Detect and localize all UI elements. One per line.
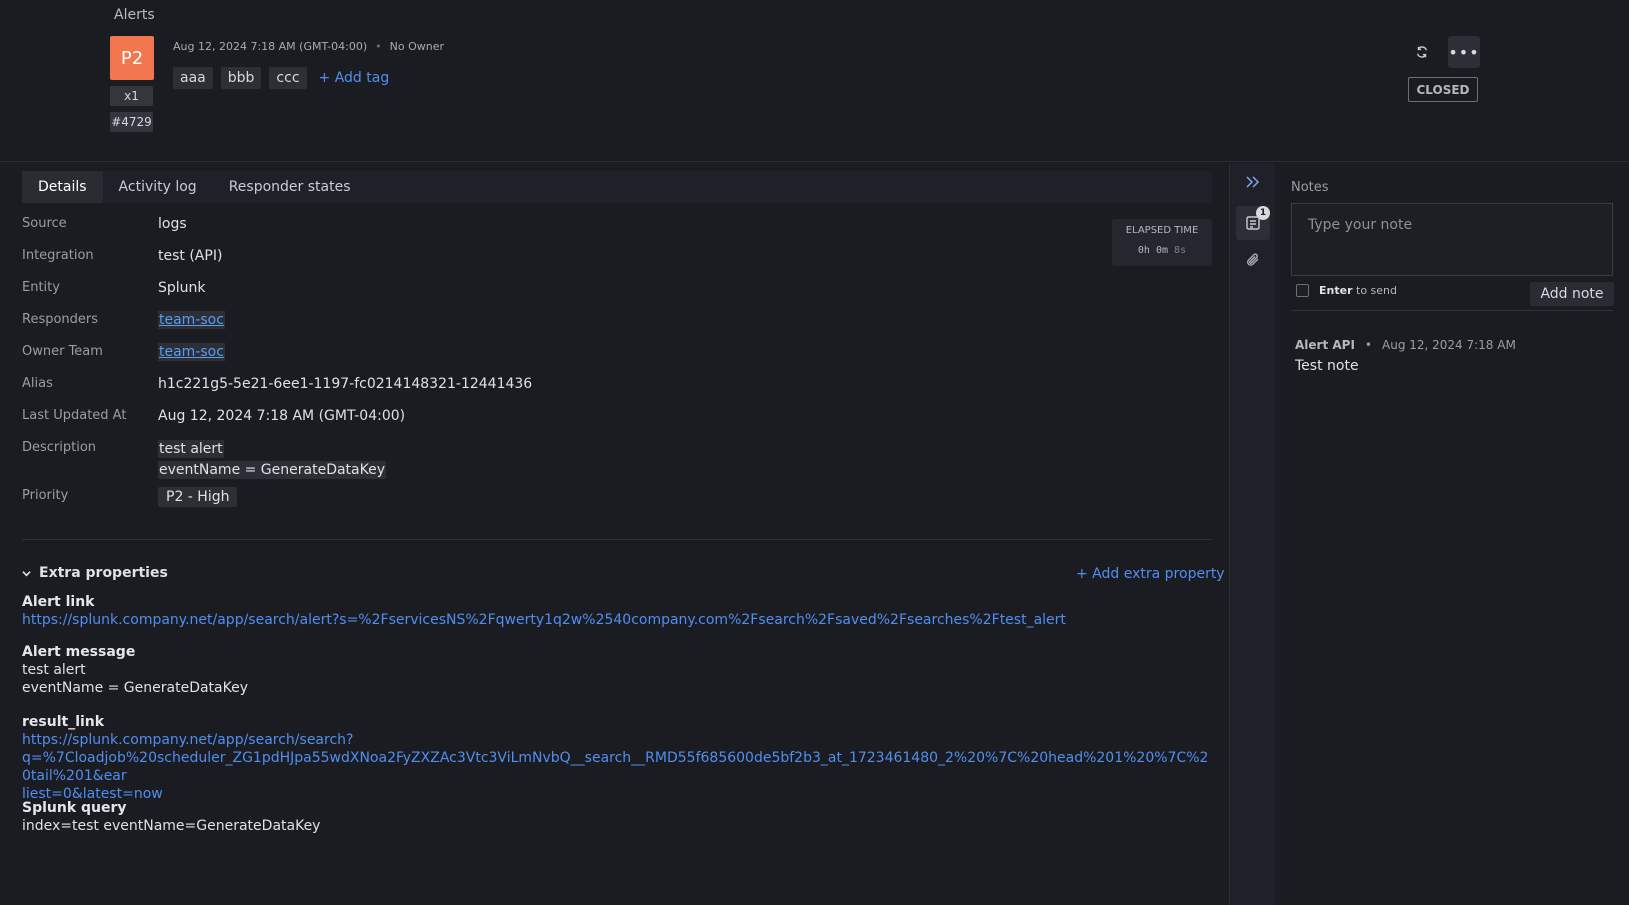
prop-key: Alert message: [22, 644, 136, 660]
refresh-icon[interactable]: [1410, 40, 1434, 64]
notes-divider: [1291, 310, 1613, 311]
note-author: Alert API: [1295, 338, 1355, 352]
field-value-wrap: team-soc: [158, 311, 225, 329]
field-label: Integration: [22, 248, 94, 263]
extra-properties-title: Extra properties: [39, 565, 168, 581]
elapsed-minutes: 0m: [1155, 245, 1169, 256]
tab-responder-states[interactable]: Responder states: [213, 171, 367, 203]
enter-key-label: Enter: [1319, 284, 1353, 297]
field-value: Aug 12, 2024 7:18 AM (GMT-04:00): [158, 408, 406, 424]
chevron-down-icon: [22, 570, 31, 576]
enter-to-send-checkbox[interactable]: [1296, 284, 1309, 297]
note-input[interactable]: Type your note: [1291, 203, 1613, 276]
prop-value: test alert eventName = GenerateDataKey: [22, 662, 249, 696]
tag-list: aaa bbb ccc + Add tag: [173, 67, 389, 89]
owner-team-link[interactable]: team-soc: [158, 343, 225, 361]
tag[interactable]: ccc: [269, 67, 307, 89]
elapsed-seconds: 8s: [1174, 245, 1187, 256]
owner-label[interactable]: No Owner: [390, 40, 444, 53]
field-value-wrap: team-soc: [158, 343, 225, 361]
responder-link[interactable]: team-soc: [158, 311, 225, 329]
description-line: test alert: [158, 440, 224, 458]
add-note-button[interactable]: Add note: [1530, 282, 1614, 306]
enter-to-send-label: Enter to send: [1319, 284, 1397, 297]
separator-dot: •: [375, 40, 382, 53]
field-label: Owner Team: [22, 344, 103, 359]
alert-meta: Aug 12, 2024 7:18 AM (GMT-04:00) • No Ow…: [173, 40, 444, 53]
alert-header: Alerts P2 x1 #4729 Aug 12, 2024 7:18 AM …: [0, 0, 1629, 162]
field-value-wrap: P2 - High: [158, 487, 238, 507]
elapsed-hours: 0h: [1137, 245, 1150, 256]
prop-link-line[interactable]: q=%7Cloadjob%20scheduler_ZG1pdHJpa55wdXN…: [22, 749, 1212, 785]
field-label: Last Updated At: [22, 408, 127, 423]
elapsed-value: 0h 0m 8s: [1112, 245, 1212, 256]
notes-title: Notes: [1291, 180, 1329, 195]
collapse-panel-icon[interactable]: [1236, 165, 1270, 199]
description-line: eventName = GenerateDataKey: [158, 461, 387, 479]
notes-count-badge: 1: [1256, 206, 1270, 220]
extra-properties-toggle[interactable]: Extra properties: [22, 565, 168, 581]
field-label: Source: [22, 216, 67, 231]
note-text: Test note: [1295, 358, 1359, 374]
separator-dot: •: [1364, 338, 1372, 352]
priority-chip: P2 - High: [158, 487, 238, 507]
tag[interactable]: aaa: [173, 67, 213, 89]
elapsed-title: ELAPSED TIME: [1125, 225, 1199, 236]
field-label: Alias: [22, 376, 53, 391]
enter-to-send-row: Enter to send: [1296, 284, 1397, 297]
attachment-icon[interactable]: [1236, 243, 1270, 277]
enter-rest-label: to send: [1356, 284, 1397, 297]
field-label: Description: [22, 440, 97, 455]
add-tag-button[interactable]: + Add tag: [319, 70, 390, 86]
prop-link-line[interactable]: https://splunk.company.net/app/search/se…: [22, 731, 1212, 749]
prop-splunk-query: Splunk query index=test eventName=Genera…: [22, 799, 1212, 835]
prop-value: index=test eventName=GenerateDataKey: [22, 818, 321, 834]
tab-bar: Details Activity log Responder states: [22, 171, 1212, 203]
field-value-wrap: test alert eventName = GenerateDataKey: [158, 440, 387, 482]
tab-activity-log[interactable]: Activity log: [103, 171, 213, 203]
breadcrumb[interactable]: Alerts: [114, 7, 155, 23]
created-timestamp: Aug 12, 2024 7:18 AM (GMT-04:00): [173, 40, 368, 53]
note-meta: Alert API • Aug 12, 2024 7:18 AM: [1295, 338, 1516, 352]
prop-link[interactable]: https://splunk.company.net/app/search/se…: [22, 731, 1212, 803]
tag[interactable]: bbb: [220, 67, 262, 89]
prop-key: result_link: [22, 714, 105, 730]
field-value: h1c221g5-5e21-6ee1-1197-fc0214148321-124…: [158, 376, 533, 392]
prop-result-link: result_link https://splunk.company.net/a…: [22, 713, 1212, 803]
field-label: Responders: [22, 312, 99, 327]
count-badge: x1: [110, 86, 153, 106]
alert-id-badge: #4729: [110, 112, 153, 132]
more-options-button[interactable]: •••: [1448, 36, 1480, 68]
side-rail: 1: [1229, 163, 1275, 905]
tab-details[interactable]: Details: [22, 171, 103, 203]
field-value: Splunk: [158, 280, 206, 296]
note-timestamp: Aug 12, 2024 7:18 AM: [1382, 338, 1516, 352]
prop-alert-link: Alert link https://splunk.company.net/ap…: [22, 593, 1212, 629]
section-divider: [22, 539, 1212, 540]
prop-key: Alert link: [22, 594, 95, 610]
field-value: logs: [158, 216, 187, 232]
notes-panel: Notes Type your note Enter to send Add n…: [1276, 163, 1629, 905]
prop-alert-message: Alert message test alert eventName = Gen…: [22, 643, 1212, 697]
notes-tab-icon[interactable]: 1: [1236, 206, 1270, 240]
add-extra-property-button[interactable]: + Add extra property: [1076, 566, 1225, 582]
field-label: Priority: [22, 488, 69, 503]
prop-key: Splunk query: [22, 800, 127, 816]
prop-link[interactable]: https://splunk.company.net/app/search/al…: [22, 611, 1212, 629]
elapsed-time-box: ELAPSED TIME 0h 0m 8s: [1112, 219, 1212, 266]
details-panel: Details Activity log Responder states So…: [0, 163, 1229, 905]
field-value: test (API): [158, 248, 223, 264]
field-label: Entity: [22, 280, 60, 295]
status-badge: CLOSED: [1408, 77, 1478, 102]
priority-badge: P2: [110, 36, 154, 80]
